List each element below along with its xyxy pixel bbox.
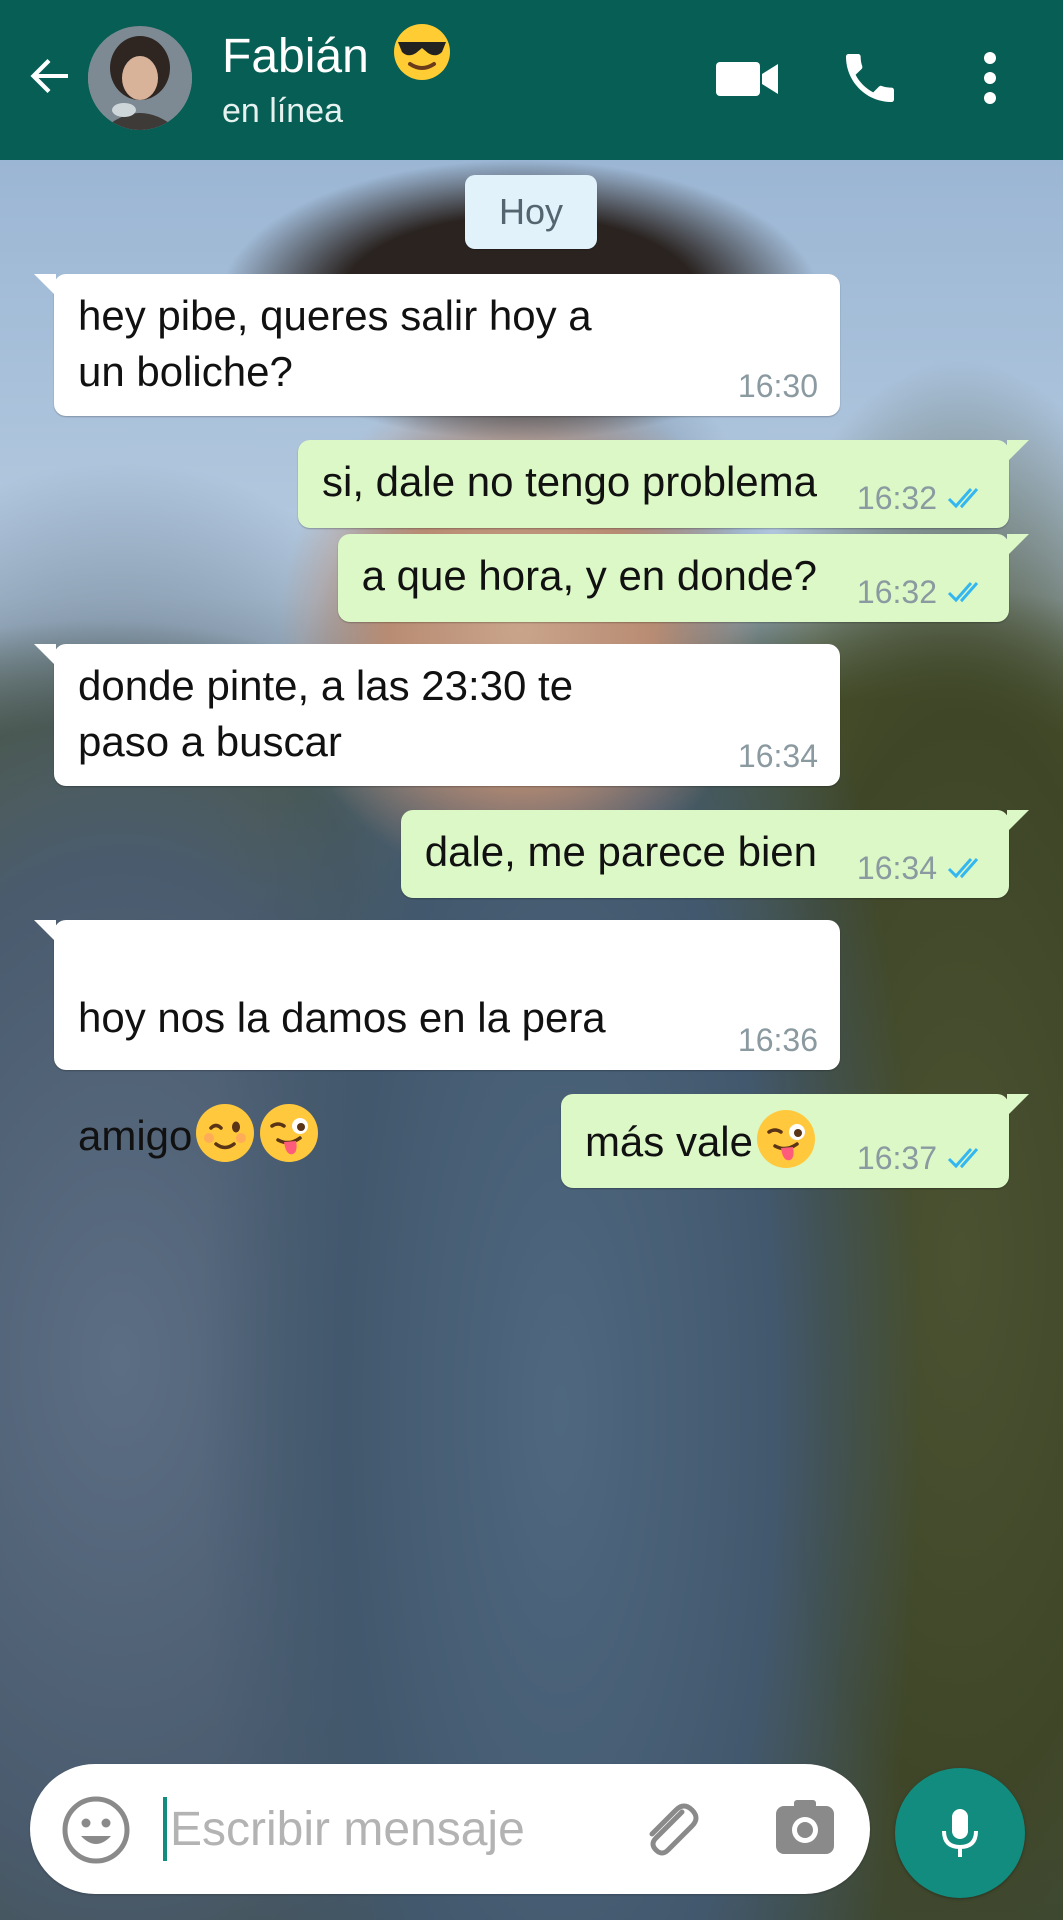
double-check-icon — [947, 488, 979, 509]
microphone-icon — [942, 1809, 978, 1857]
text-cursor — [163, 1797, 167, 1861]
message-meta: 16:32 — [857, 574, 987, 610]
winking-face-with-tongue-emoji-icon — [258, 1102, 320, 1164]
contact-name[interactable]: Fabián — [222, 22, 452, 84]
more-options-icon[interactable] — [960, 46, 1020, 110]
message-line: hoy nos la damos en la pera — [78, 994, 606, 1041]
message-meta: 16:36 — [738, 1022, 818, 1058]
camera-icon[interactable] — [770, 1794, 840, 1864]
winking-face-with-tongue-emoji-icon — [755, 1108, 817, 1170]
message-text: donde pinte, a las 23:30 te paso a busca… — [78, 662, 574, 765]
message-line: amigo — [78, 1112, 193, 1159]
message-meta: 16:30 — [738, 368, 818, 404]
contact-name-text: Fabián — [222, 30, 369, 83]
message-bubble-outgoing[interactable]: si, dale no tengo problema 16:32 — [298, 440, 1029, 528]
double-check-icon — [947, 1148, 979, 1169]
message-list[interactable]: Hoy hey pibe, queres salir hoy a un boli… — [0, 160, 1063, 1750]
contact-status: en línea — [222, 92, 343, 130]
video-call-icon[interactable] — [712, 46, 782, 110]
message-time: 16:34 — [737, 738, 818, 774]
message-bubble-outgoing[interactable]: dale, me parece bien 16:34 — [400, 810, 1030, 898]
chat-header: Fabián en línea — [0, 0, 1063, 160]
message-bubble-incoming[interactable]: donde pinte, a las 23:30 te paso a busca… — [34, 644, 840, 786]
avatar[interactable] — [88, 26, 192, 130]
message-meta: 16:32 — [857, 480, 987, 516]
message-meta: 16:34 — [857, 850, 987, 886]
message-input[interactable] — [170, 1789, 610, 1869]
message-time: 16:36 — [737, 1022, 818, 1058]
phone-icon[interactable] — [838, 46, 908, 110]
paperclip-icon[interactable] — [634, 1794, 708, 1868]
message-line: más vale — [584, 1118, 753, 1165]
message-time: 16:32 — [856, 480, 937, 516]
message-meta: 16:34 — [738, 738, 818, 774]
double-check-icon — [947, 582, 979, 603]
message-time: 16:32 — [856, 574, 937, 610]
emoji-icon[interactable] — [60, 1794, 132, 1866]
date-chip: Hoy — [465, 175, 597, 249]
message-bubble-incoming[interactable]: hey pibe, queres salir hoy a un boliche?… — [34, 274, 840, 416]
message-bubble-outgoing[interactable]: a que hora, y en donde? 16:32 — [337, 534, 1030, 622]
message-bubble-outgoing[interactable]: más vale 16:37 — [560, 1094, 1030, 1188]
smiling-face-with-sunglasses-icon — [392, 22, 452, 82]
microphone-button[interactable] — [895, 1768, 1025, 1898]
winking-face-emoji-icon — [194, 1102, 256, 1164]
message-time: 16:37 — [856, 1140, 937, 1176]
message-time: 16:34 — [856, 850, 937, 886]
message-time: 16:30 — [737, 368, 818, 404]
message-text: hey pibe, queres salir hoy a un boliche? — [78, 292, 592, 395]
double-check-icon — [947, 858, 979, 879]
back-arrow-icon[interactable] — [24, 50, 76, 102]
message-bubble-incoming[interactable]: hoy nos la damos en la pera amigo 16:36 — [34, 920, 840, 1162]
message-composer — [30, 1764, 870, 1894]
message-meta: 16:37 — [857, 1140, 987, 1176]
